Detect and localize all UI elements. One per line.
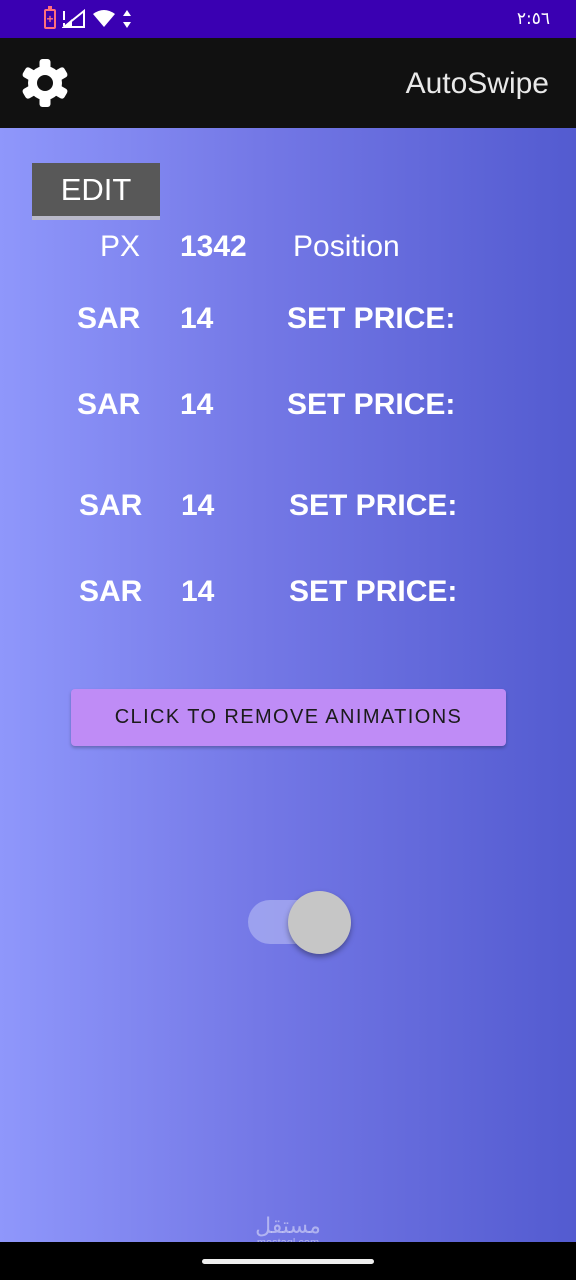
price-row: SAR 14 SET PRICE: [0, 489, 576, 529]
remove-animations-button[interactable]: CLICK TO REMOVE ANIMATIONS [71, 689, 506, 746]
watermark-arabic: مستقل [255, 1214, 321, 1239]
app-title: AutoSwipe [405, 67, 549, 100]
set-price-label: SET PRICE: [287, 302, 456, 335]
toggle-thumb[interactable] [288, 891, 351, 954]
price-value: 14 [181, 575, 215, 608]
price-currency: SAR [79, 489, 143, 522]
position-label: Position [293, 230, 400, 263]
wifi-icon [93, 10, 115, 27]
status-icons: + [44, 6, 132, 29]
edit-button[interactable]: EDIT [32, 163, 160, 220]
gear-icon[interactable] [20, 58, 70, 108]
home-indicator[interactable] [202, 1259, 374, 1264]
price-value: 14 [180, 302, 214, 335]
navigation-bar [0, 1242, 576, 1280]
position-unit: PX [100, 230, 141, 263]
set-price-label: SET PRICE: [287, 388, 456, 421]
price-row: SAR 14 SET PRICE: [0, 388, 576, 428]
data-transfer-icon [123, 10, 131, 28]
set-price-label: SET PRICE: [289, 575, 458, 608]
price-row: SAR 14 SET PRICE: [0, 575, 576, 615]
position-row: PX 1342 Position [0, 230, 576, 270]
status-bar: + ٢:٥٦ [0, 0, 576, 38]
price-row: SAR 14 SET PRICE: [0, 302, 576, 342]
price-value: 14 [180, 388, 214, 421]
signal-icon [62, 9, 85, 28]
position-value: 1342 [180, 230, 247, 263]
battery-charging-icon: + [44, 6, 56, 29]
set-price-label: SET PRICE: [289, 489, 458, 522]
price-currency: SAR [79, 575, 143, 608]
main-content: EDIT PX 1342 Position SAR 14 SET PRICE: … [0, 128, 576, 1249]
price-value: 14 [181, 489, 215, 522]
price-currency: SAR [77, 302, 141, 335]
price-currency: SAR [77, 388, 141, 421]
app-bar: AutoSwipe [0, 38, 576, 128]
status-time: ٢:٥٦ [516, 9, 550, 29]
